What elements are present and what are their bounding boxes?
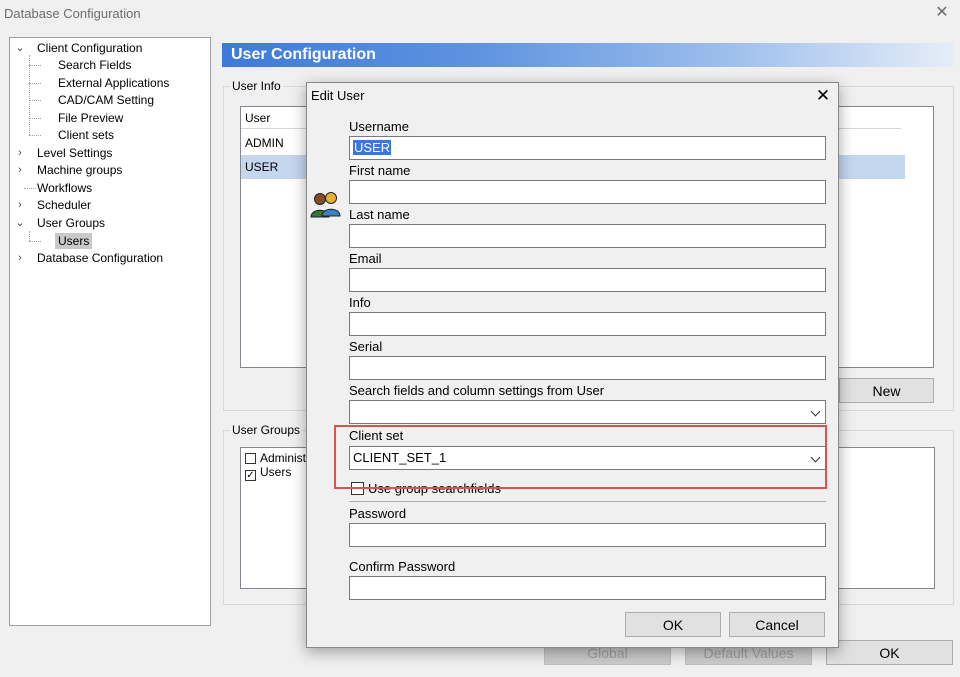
group-checkbox-checked[interactable]: ✓ xyxy=(245,470,256,481)
search-fields-label: Search fields and column settings from U… xyxy=(349,383,605,398)
last-name-input[interactable] xyxy=(349,224,826,248)
expand-chevron-icon[interactable]: › xyxy=(14,197,26,213)
users-icon xyxy=(309,190,343,218)
dialog-close-icon[interactable]: ✕ xyxy=(812,85,834,107)
tree-item-users[interactable]: Users xyxy=(55,233,93,249)
tree-connector xyxy=(29,100,41,101)
tree-connector xyxy=(29,118,41,119)
tree-item-client-sets[interactable]: Client sets xyxy=(58,127,114,143)
serial-input[interactable] xyxy=(349,356,826,380)
search-fields-dropdown[interactable] xyxy=(349,400,826,424)
tree-item-level-settings[interactable]: Level Settings xyxy=(37,145,112,161)
collapse-chevron-icon[interactable]: ⌄ xyxy=(14,40,26,56)
tree-connector xyxy=(29,55,30,135)
main-ok-button[interactable]: OK xyxy=(826,640,953,665)
last-name-label: Last name xyxy=(349,207,410,222)
first-name-input[interactable] xyxy=(349,180,826,204)
dialog-title: Edit User xyxy=(311,88,365,103)
tree-item-search-fields[interactable]: Search Fields xyxy=(58,57,131,73)
user-cell: USER xyxy=(245,160,279,174)
user-groups-label: User Groups xyxy=(230,423,303,437)
tree-connector xyxy=(29,135,41,136)
username-input[interactable]: USER xyxy=(349,136,826,160)
dialog-cancel-button[interactable]: Cancel xyxy=(729,612,825,637)
tree-item-cadcam-setting[interactable]: CAD/CAM Setting xyxy=(58,92,154,108)
tree-item-machine-groups[interactable]: Machine groups xyxy=(37,162,122,178)
tree-connector xyxy=(29,241,41,242)
username-label: Username xyxy=(349,119,409,134)
tree-item-workflows[interactable]: Workflows xyxy=(37,180,92,196)
tree-connector xyxy=(29,83,41,84)
tree-item-scheduler[interactable]: Scheduler xyxy=(37,197,91,213)
username-value: USER xyxy=(353,140,392,155)
password-label: Password xyxy=(349,506,407,521)
group-checkbox[interactable] xyxy=(245,453,256,464)
first-name-label: First name xyxy=(349,163,411,178)
edit-user-dialog: Edit User ✕ Username USER First name Las… xyxy=(306,82,839,648)
divider xyxy=(349,501,826,502)
user-cell: ADMIN xyxy=(245,136,284,150)
user-info-label: User Info xyxy=(230,79,283,93)
highlight-box xyxy=(334,425,827,489)
password-input[interactable] xyxy=(349,523,826,547)
collapse-chevron-icon[interactable]: ⌄ xyxy=(14,215,26,231)
expand-chevron-icon[interactable]: › xyxy=(14,250,26,266)
dialog-ok-button[interactable]: OK xyxy=(625,612,721,637)
tree-item-user-groups[interactable]: User Groups xyxy=(37,215,105,231)
serial-label: Serial xyxy=(349,339,383,354)
tree-item-client-configuration[interactable]: Client Configuration xyxy=(37,40,142,56)
group-label: Users xyxy=(260,465,292,479)
confirm-password-label: Confirm Password xyxy=(349,559,456,574)
window-close-icon[interactable]: ✕ xyxy=(932,3,952,23)
new-user-button[interactable]: New xyxy=(839,378,934,403)
tree-connector xyxy=(29,231,30,241)
window-title: Database Configuration xyxy=(4,6,141,21)
tree-connector xyxy=(29,65,41,66)
info-input[interactable] xyxy=(349,312,826,336)
confirm-password-input[interactable] xyxy=(349,576,826,600)
expand-chevron-icon[interactable]: › xyxy=(14,162,26,178)
group-item[interactable]: ✓ Users xyxy=(245,465,291,481)
group-label: Administr xyxy=(260,451,311,465)
expand-chevron-icon[interactable]: › xyxy=(14,145,26,161)
email-label: Email xyxy=(349,251,382,266)
tree-item-file-preview[interactable]: File Preview xyxy=(58,110,123,126)
email-input[interactable] xyxy=(349,268,826,292)
section-header: User Configuration xyxy=(222,43,954,67)
tree-item-database-configuration[interactable]: Database Configuration xyxy=(37,250,163,266)
tree-connector xyxy=(24,188,36,189)
navigation-tree[interactable]: ⌄ Client Configuration Search Fields Ext… xyxy=(9,37,211,626)
group-item[interactable]: Administr xyxy=(245,451,310,465)
info-label: Info xyxy=(349,295,371,310)
column-header-user[interactable]: User xyxy=(245,111,270,125)
tree-item-external-applications[interactable]: External Applications xyxy=(58,75,169,91)
